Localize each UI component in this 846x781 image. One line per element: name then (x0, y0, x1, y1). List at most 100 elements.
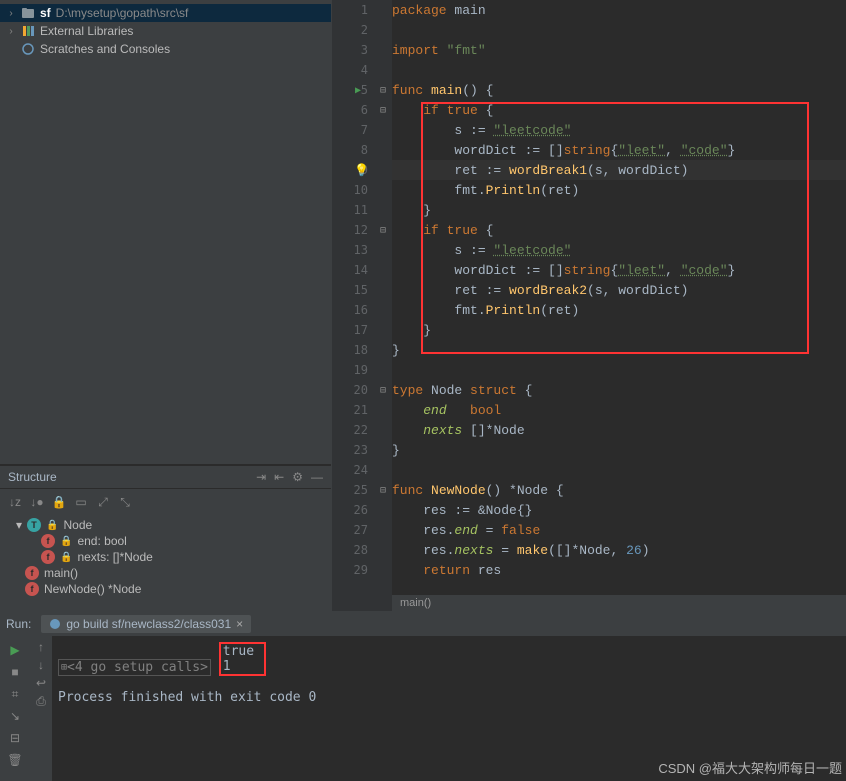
gutter-line[interactable]: 5▶⊟ (332, 80, 392, 100)
code-line[interactable] (392, 20, 846, 40)
code-line[interactable]: ret := wordBreak2(s, wordDict) (392, 280, 846, 300)
gutter-line[interactable]: 2 (332, 20, 392, 40)
chevron-right-icon: › (6, 26, 16, 37)
exit-icon[interactable]: ↘ (5, 706, 25, 726)
code-line[interactable]: wordDict := []string{"leet", "code"} (392, 140, 846, 160)
bulb-icon[interactable]: 💡 (354, 163, 369, 177)
breadcrumb[interactable]: main() (392, 594, 846, 611)
run-tab[interactable]: go build sf/newclass2/class031 × (41, 615, 251, 633)
code-line[interactable]: nexts []*Node (392, 420, 846, 440)
gutter-line[interactable]: 7 (332, 120, 392, 140)
code-line[interactable]: fmt.Println(ret) (392, 300, 846, 320)
code-line[interactable]: if true { (392, 100, 846, 120)
code-editor[interactable]: 12345▶⊟6⊟789💡101112⊟1314151617181920⊟212… (332, 0, 846, 611)
code-line[interactable]: ret := wordBreak1(s, wordDict) (392, 160, 846, 180)
analyze-icon[interactable]: ⌗ (5, 684, 25, 704)
gutter-line[interactable]: 16 (332, 300, 392, 320)
gutter-line[interactable]: 29 (332, 560, 392, 580)
gutter-line[interactable]: 11 (332, 200, 392, 220)
code-line[interactable]: type Node struct { (392, 380, 846, 400)
collapse-icon[interactable]: ⇥ (256, 470, 266, 484)
code-line[interactable]: s := "leetcode" (392, 240, 846, 260)
project-tree[interactable]: › sf D:\mysetup\gopath\src\sf › External… (0, 0, 331, 465)
trash-icon[interactable]: 🗑 (5, 750, 25, 770)
close-icon[interactable]: × (236, 617, 243, 631)
code-line[interactable]: package main (392, 0, 846, 20)
fold-icon[interactable]: ⊟ (380, 85, 386, 96)
structure-item[interactable]: ·f🔒end: bool (0, 533, 331, 549)
gutter-line[interactable]: 6⊟ (332, 100, 392, 120)
external-libraries[interactable]: › External Libraries (0, 22, 331, 40)
structure-item[interactable]: ·fmain() (0, 565, 331, 581)
code-line[interactable]: res.nexts = make([]*Node, 26) (392, 540, 846, 560)
gutter-line[interactable]: 3 (332, 40, 392, 60)
code-line[interactable]: } (392, 340, 846, 360)
print-icon[interactable]: ⎙ (36, 694, 46, 709)
folder-icon[interactable]: ▭ (72, 493, 90, 511)
expand-icon[interactable]: ⇤ (274, 470, 284, 484)
fold-icon[interactable]: ⊟ (380, 385, 386, 396)
gutter-line[interactable]: 10 (332, 180, 392, 200)
code-line[interactable]: fmt.Println(ret) (392, 180, 846, 200)
lock-icon: 🔒 (60, 552, 72, 563)
code-line[interactable]: func main() { (392, 80, 846, 100)
gutter-line[interactable]: 13 (332, 240, 392, 260)
gutter-line[interactable]: 14 (332, 260, 392, 280)
scratches[interactable]: › Scratches and Consoles (0, 40, 331, 58)
gutter-line[interactable]: 20⊟ (332, 380, 392, 400)
code-line[interactable]: end bool (392, 400, 846, 420)
gutter-line[interactable]: 28 (332, 540, 392, 560)
gutter-line[interactable]: 27 (332, 520, 392, 540)
gutter-line[interactable]: 26 (332, 500, 392, 520)
project-root[interactable]: › sf D:\mysetup\gopath\src\sf (0, 4, 331, 22)
code-line[interactable]: if true { (392, 220, 846, 240)
rerun-icon[interactable]: ▶ (5, 640, 25, 660)
code-line[interactable]: func NewNode() *Node { (392, 480, 846, 500)
gutter-line[interactable]: 1 (332, 0, 392, 20)
code-line[interactable]: import "fmt" (392, 40, 846, 60)
gutter-line[interactable]: 8 (332, 140, 392, 160)
structure-item[interactable]: ▾T🔒Node (0, 517, 331, 533)
down-icon[interactable]: ↓ (38, 658, 44, 672)
code-line[interactable]: s := "leetcode" (392, 120, 846, 140)
expand-all-icon[interactable]: ⤢ (94, 493, 112, 511)
gutter-line[interactable]: 25⊟ (332, 480, 392, 500)
fold-icon[interactable]: ⊟ (380, 485, 386, 496)
sort-vis-icon[interactable]: ↓● (28, 493, 46, 511)
code-line[interactable]: res.end = false (392, 520, 846, 540)
gutter-line[interactable]: 19 (332, 360, 392, 380)
sort-alpha-icon[interactable]: ↓z (6, 493, 24, 511)
gutter-line[interactable]: 15 (332, 280, 392, 300)
structure-item[interactable]: ·f🔒nexts: []*Node (0, 549, 331, 565)
run-gutter-icon[interactable]: ▶ (355, 85, 361, 96)
code-line[interactable]: } (392, 440, 846, 460)
wrap-icon[interactable]: ↩ (36, 676, 46, 690)
code-line[interactable]: } (392, 200, 846, 220)
structure-item[interactable]: ·fNewNode() *Node (0, 581, 331, 597)
stop-icon[interactable]: ■ (5, 662, 25, 682)
layout-icon[interactable]: ⊟ (5, 728, 25, 748)
collapse-all-icon[interactable]: ⤡ (116, 493, 134, 511)
fold-icon[interactable]: ⊟ (380, 225, 386, 236)
gutter-line[interactable]: 9💡 (332, 160, 392, 180)
gutter-line[interactable]: 18 (332, 340, 392, 360)
gutter-line[interactable]: 23 (332, 440, 392, 460)
lock-icon[interactable]: 🔒 (50, 493, 68, 511)
gutter-line[interactable]: 17 (332, 320, 392, 340)
gutter-line[interactable]: 4 (332, 60, 392, 80)
gutter-line[interactable]: 12⊟ (332, 220, 392, 240)
hide-icon[interactable]: — (311, 470, 323, 484)
up-icon[interactable]: ↑ (38, 640, 44, 654)
gutter-line[interactable]: 22 (332, 420, 392, 440)
gear-icon[interactable]: ⚙ (292, 470, 303, 484)
code-line[interactable]: } (392, 320, 846, 340)
code-line[interactable] (392, 60, 846, 80)
code-line[interactable] (392, 360, 846, 380)
code-line[interactable]: return res (392, 560, 846, 580)
code-line[interactable]: wordDict := []string{"leet", "code"} (392, 260, 846, 280)
gutter-line[interactable]: 21 (332, 400, 392, 420)
fold-icon[interactable]: ⊟ (380, 105, 386, 116)
code-line[interactable] (392, 460, 846, 480)
code-line[interactable]: res := &Node{} (392, 500, 846, 520)
gutter-line[interactable]: 24 (332, 460, 392, 480)
